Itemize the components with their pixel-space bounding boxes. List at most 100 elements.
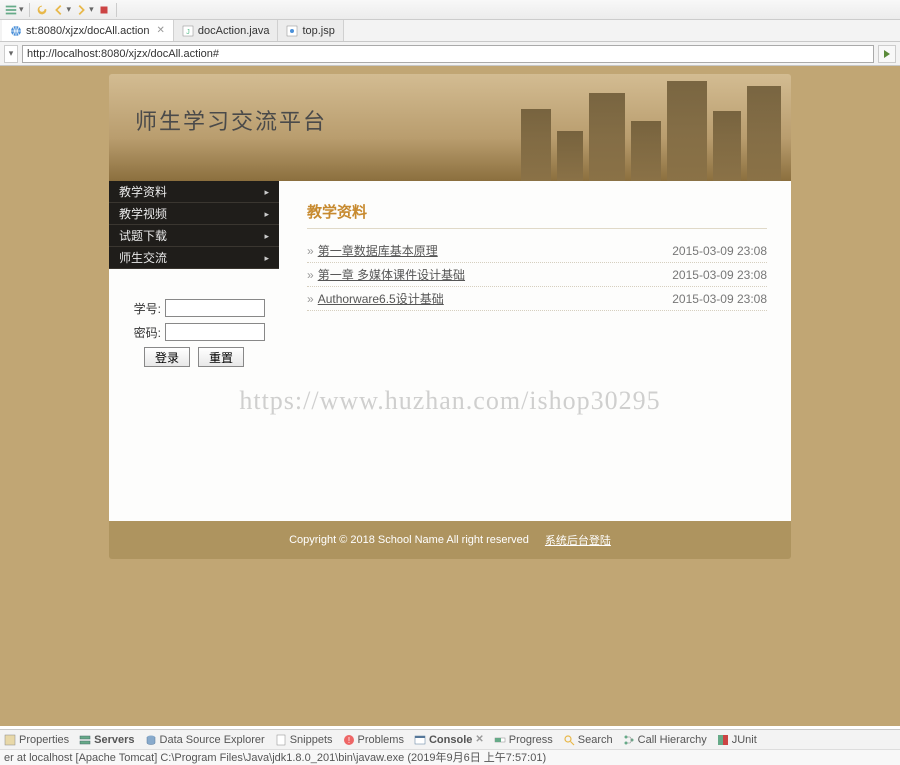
view-call-hierarchy[interactable]: Call Hierarchy: [623, 734, 707, 746]
view-label: Console: [429, 734, 472, 746]
jsp-icon: [286, 25, 298, 37]
tab-label: docAction.java: [198, 25, 270, 37]
properties-icon: [4, 734, 16, 746]
username-input[interactable]: [165, 299, 265, 317]
copyright-text: Copyright © 2018 School Name All right r…: [289, 534, 529, 546]
view-label: Search: [578, 734, 613, 746]
chevron-right-icon: ▸: [264, 203, 269, 225]
junit-icon: [717, 734, 729, 746]
password-input[interactable]: [165, 323, 265, 341]
chevron-right-icon: ▸: [264, 225, 269, 247]
close-icon[interactable]: ✕: [157, 25, 165, 36]
view-console[interactable]: Console✕: [414, 734, 484, 746]
nav-item-materials[interactable]: 教学资料 ▸: [109, 181, 279, 203]
bullet-icon: »: [307, 292, 314, 306]
view-dse[interactable]: Data Source Explorer: [145, 734, 265, 746]
view-properties[interactable]: Properties: [4, 734, 69, 746]
doc-link[interactable]: 第一章 多媒体课件设计基础: [318, 268, 465, 282]
ide-toolbar: ▾ ▾ ▾: [0, 0, 900, 20]
doc-date: 2015-03-09 23:08: [672, 244, 767, 258]
address-bar: ▾: [0, 42, 900, 66]
chevron-right-icon: ▸: [264, 181, 269, 203]
view-label: JUnit: [732, 734, 757, 746]
nav-label: 师生交流: [119, 247, 167, 269]
stop-icon[interactable]: [97, 3, 111, 17]
page-body: 教学资料 ▸ 教学视频 ▸ 试题下载 ▸ 师生交流 ▸ 学号: 密码: 登录: [109, 181, 791, 521]
page-container: 师生学习交流平台 教学资料 ▸ 教学视频 ▸ 试题下载 ▸ 师生交流 ▸ 学号:: [109, 74, 791, 571]
sidebar: 教学资料 ▸ 教学视频 ▸ 试题下载 ▸ 师生交流 ▸ 学号: 密码: 登录: [109, 181, 279, 521]
login-button[interactable]: 登录: [144, 347, 190, 367]
close-icon[interactable]: ✕: [475, 734, 483, 745]
site-title: 师生学习交流平台: [135, 104, 327, 136]
view-label: Servers: [94, 734, 134, 746]
go-button[interactable]: [878, 45, 896, 63]
view-snippets[interactable]: Snippets: [275, 734, 333, 746]
database-icon: [145, 734, 157, 746]
view-search[interactable]: Search: [563, 734, 613, 746]
nav-label: 试题下载: [119, 225, 167, 247]
view-label: Problems: [358, 734, 404, 746]
view-servers[interactable]: Servers: [79, 734, 134, 746]
login-buttons: 登录 重置: [123, 347, 265, 367]
address-input[interactable]: [22, 45, 874, 63]
nav-label: 教学资料: [119, 181, 167, 203]
nav-back-icon[interactable]: [52, 3, 66, 17]
menu-icon[interactable]: [4, 3, 18, 17]
editor-tabs: st:8080/xjzx/docAll.action ✕ J docAction…: [0, 20, 900, 42]
tab-label: top.jsp: [302, 25, 334, 37]
user-label: 学号:: [125, 300, 161, 317]
chevron-right-icon: ▸: [264, 247, 269, 269]
view-label: Call Hierarchy: [638, 734, 707, 746]
section-title: 教学资料: [307, 201, 767, 229]
view-junit[interactable]: JUnit: [717, 734, 757, 746]
login-row-user: 学号:: [123, 299, 265, 317]
nav-label: 教学视频: [119, 203, 167, 225]
browser-viewport: 师生学习交流平台 教学资料 ▸ 教学视频 ▸ 试题下载 ▸ 师生交流 ▸ 学号:: [0, 66, 900, 726]
doc-date: 2015-03-09 23:08: [672, 292, 767, 306]
view-label: Properties: [19, 734, 69, 746]
view-progress[interactable]: Progress: [494, 734, 553, 746]
address-dropdown[interactable]: ▾: [4, 45, 18, 63]
doc-link[interactable]: 第一章数据库基本原理: [318, 244, 438, 258]
servers-icon: [79, 734, 91, 746]
tab-docaction-java[interactable]: J docAction.java: [174, 20, 279, 41]
dropdown-icon[interactable]: ▾: [19, 4, 24, 15]
view-problems[interactable]: ! Problems: [343, 734, 404, 746]
search-icon: [563, 734, 575, 746]
svg-text:J: J: [186, 29, 190, 36]
call-hierarchy-icon: [623, 734, 635, 746]
page-footer: Copyright © 2018 School Name All right r…: [109, 521, 791, 559]
progress-icon: [494, 734, 506, 746]
admin-login-link[interactable]: 系统后台登陆: [545, 532, 611, 548]
console-status: er at localhost [Apache Tomcat] C:\Progr…: [0, 749, 900, 765]
login-row-pwd: 密码:: [123, 323, 265, 341]
login-form: 学号: 密码: 登录 重置: [109, 299, 279, 367]
nav-menu: 教学资料 ▸ 教学视频 ▸ 试题下载 ▸ 师生交流 ▸: [109, 181, 279, 269]
doc-date: 2015-03-09 23:08: [672, 268, 767, 282]
globe-icon: [10, 25, 22, 37]
list-item: »第一章 多媒体课件设计基础 2015-03-09 23:08: [307, 263, 767, 287]
reset-button[interactable]: 重置: [198, 347, 244, 367]
problems-icon: !: [343, 734, 355, 746]
doc-link[interactable]: Authorware6.5设计基础: [318, 292, 444, 306]
tab-top-jsp[interactable]: top.jsp: [278, 20, 343, 41]
bullet-icon: »: [307, 244, 314, 258]
view-label: Snippets: [290, 734, 333, 746]
tab-docall[interactable]: st:8080/xjzx/docAll.action ✕: [2, 20, 174, 41]
view-label: Progress: [509, 734, 553, 746]
dropdown-icon[interactable]: ▾: [89, 4, 94, 15]
view-label: Data Source Explorer: [160, 734, 265, 746]
dropdown-icon[interactable]: ▾: [67, 4, 72, 15]
nav-item-videos[interactable]: 教学视频 ▸: [109, 203, 279, 225]
nav-item-tests[interactable]: 试题下载 ▸: [109, 225, 279, 247]
refresh-icon[interactable]: [35, 3, 49, 17]
document-list: »第一章数据库基本原理 2015-03-09 23:08 »第一章 多媒体课件设…: [307, 239, 767, 311]
pwd-label: 密码:: [125, 324, 161, 341]
tab-label: st:8080/xjzx/docAll.action: [26, 25, 150, 37]
nav-fwd-icon[interactable]: [74, 3, 88, 17]
banner: 师生学习交流平台: [109, 74, 791, 181]
svg-text:!: !: [347, 736, 349, 745]
list-item: » 第一章数据库基本原理 2015-03-09 23:08: [307, 239, 767, 263]
nav-item-exchange[interactable]: 师生交流 ▸: [109, 247, 279, 269]
snippets-icon: [275, 734, 287, 746]
